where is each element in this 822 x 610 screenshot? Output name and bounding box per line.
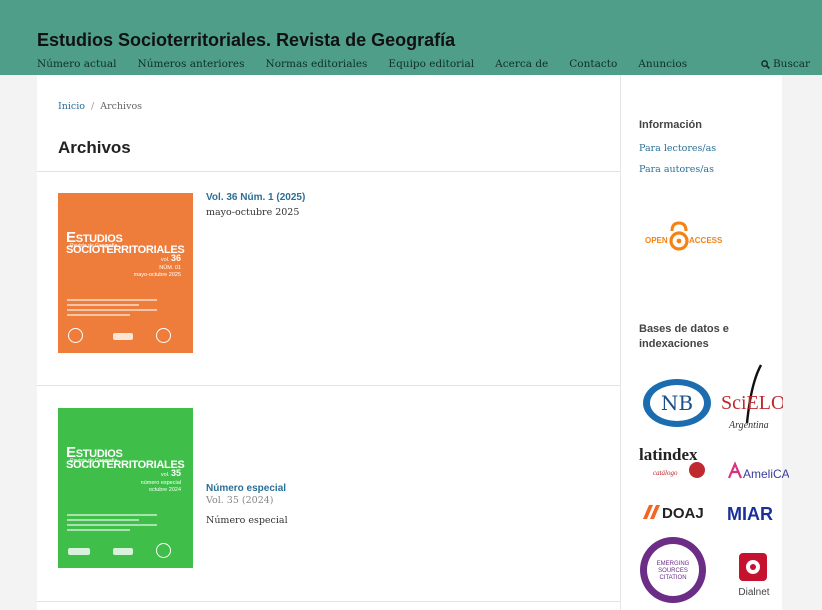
issue-cover[interactable]: ESTUDIOS SOCIOTERRITORIALES Revista de G… xyxy=(58,408,193,568)
issue-title-link[interactable]: Número especial xyxy=(206,483,286,494)
cover-seal-icon xyxy=(156,543,171,558)
open-access-logo[interactable]: OPEN ACCESS xyxy=(645,218,729,254)
doaj-logo[interactable]: DOAJ xyxy=(641,501,707,523)
sidebar-link-autores[interactable]: Para autores/as xyxy=(639,164,714,175)
sidebar-link-lectores[interactable]: Para lectores/as xyxy=(639,143,716,154)
cover-subtitle: Revista de Geografía xyxy=(70,458,118,464)
doaj-icon xyxy=(643,505,660,519)
sidebar-heading-info: Información xyxy=(639,119,702,131)
svg-text:catálogo: catálogo xyxy=(653,469,678,477)
main-nav: Número actual Números anteriores Normas … xyxy=(37,58,708,70)
cover-seal-icon xyxy=(156,328,171,343)
nav-anuncios[interactable]: Anuncios xyxy=(638,58,687,70)
nav-acerca-de[interactable]: Acerca de xyxy=(495,58,548,70)
latindex-text: latindex xyxy=(639,445,698,464)
open-access-open-text: OPEN xyxy=(645,236,668,245)
search-label: Buscar xyxy=(772,58,810,70)
cover-logo-icon xyxy=(68,548,90,555)
search-icon xyxy=(761,59,770,69)
site-title[interactable]: Estudios Socioterritoriales. Revista de … xyxy=(37,30,455,51)
nav-normas-editoriales[interactable]: Normas editoriales xyxy=(266,58,368,70)
dialnet-text: Dialnet xyxy=(738,587,769,598)
cover-text-block xyxy=(67,514,157,532)
miar-logo[interactable]: MIAR xyxy=(727,502,787,524)
nb-logo[interactable]: NB xyxy=(641,377,713,429)
nav-equipo-editorial[interactable]: Equipo editorial xyxy=(388,58,474,70)
amelica-icon xyxy=(727,461,743,479)
svg-text:EMERGING: EMERGING xyxy=(657,561,690,567)
cover-image: ESTUDIOS SOCIOTERRITORIALES Revista de G… xyxy=(58,408,193,568)
cover-volume: vol. 36 NÚM. 01 mayo-octubre 2025 xyxy=(133,253,181,278)
open-access-access-text: ACCESS xyxy=(689,236,723,245)
sidebar-heading-indexing: Bases de datos e indexaciones xyxy=(639,323,729,350)
latindex-logo[interactable]: latindex catálogo xyxy=(639,442,717,482)
scielo-text: SciELO xyxy=(721,392,783,414)
issue-description: mayo-octubre 2025 xyxy=(206,207,300,218)
scielo-country: Argentina xyxy=(728,420,769,431)
issue-title-link[interactable]: Vol. 36 Núm. 1 (2025) xyxy=(206,192,305,203)
issue-cover[interactable]: ESTUDIOS SOCIOTERRITORIALES Revista de G… xyxy=(58,193,193,353)
svg-text:CITATION: CITATION xyxy=(659,575,686,581)
sidebar: Información Para lectores/as Para autore… xyxy=(621,75,790,610)
cover-logo-icon xyxy=(113,333,133,340)
main-content: Inicio / Archivos Archivos ESTUDIOS SOCIOT… xyxy=(37,75,621,610)
content-area: Inicio / Archivos Archivos ESTUDIOS SOCIOT… xyxy=(37,75,790,610)
nb-text: NB xyxy=(661,391,693,415)
scielo-logo[interactable]: SciELO Argentina xyxy=(721,363,785,435)
breadcrumb: Inicio / Archivos xyxy=(58,101,142,112)
nav-numeros-anteriores[interactable]: Números anteriores xyxy=(138,58,245,70)
issue-description: Número especial xyxy=(206,515,288,526)
svg-text:SOURCES: SOURCES xyxy=(658,568,688,574)
breadcrumb-home[interactable]: Inicio xyxy=(58,101,85,112)
cover-logo-icon xyxy=(113,548,133,555)
issue-item: ESTUDIOS SOCIOTERRITORIALES Revista de G… xyxy=(37,386,620,601)
cover-image: ESTUDIOS SOCIOTERRITORIALES Revista de G… xyxy=(58,193,193,353)
issue-volume: Vol. 35 (2024) xyxy=(206,495,274,506)
divider xyxy=(37,601,620,602)
cover-volume: vol. 35 número especial octubre 2024 xyxy=(140,468,181,493)
latindex-icon xyxy=(689,462,705,478)
site-header: Estudios Socioterritoriales. Revista de … xyxy=(0,0,822,75)
doaj-text: DOAJ xyxy=(662,505,704,522)
breadcrumb-separator: / xyxy=(91,101,95,112)
cover-text-block xyxy=(67,299,157,317)
nav-contacto[interactable]: Contacto xyxy=(569,58,617,70)
esci-logo[interactable]: EMERGING SOURCES CITATION xyxy=(638,535,708,605)
issue-item: ESTUDIOS SOCIOTERRITORIALES Revista de G… xyxy=(37,172,620,385)
nav-numero-actual[interactable]: Número actual xyxy=(37,58,117,70)
cover-emblem-icon xyxy=(68,328,83,343)
cover-subtitle: Revista de Geografía xyxy=(70,243,118,249)
breadcrumb-current: Archivos xyxy=(100,101,143,112)
page-title: Archivos xyxy=(58,138,131,157)
dialnet-logo[interactable]: Dialnet xyxy=(731,551,777,601)
amelica-logo[interactable]: AmeliCA xyxy=(727,458,790,486)
search-link[interactable]: Buscar xyxy=(761,58,810,70)
amelica-text: AmeliCA xyxy=(743,467,789,481)
miar-text: MIAR xyxy=(727,504,773,524)
